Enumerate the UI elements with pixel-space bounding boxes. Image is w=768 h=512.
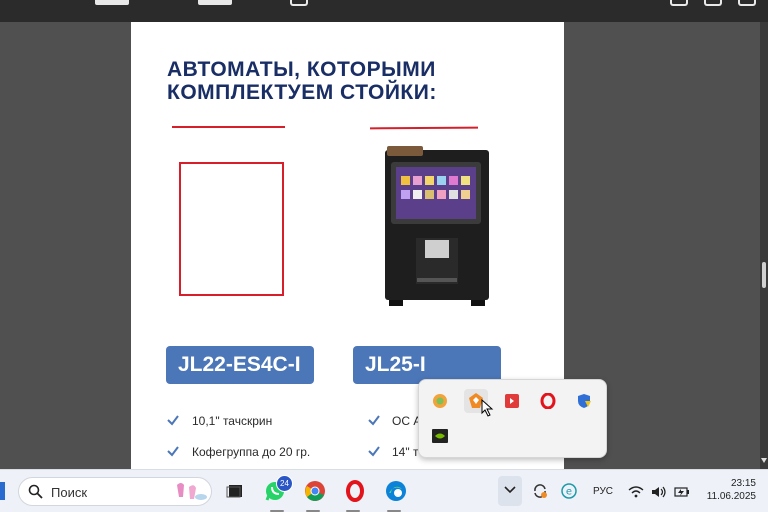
start-button[interactable]: [0, 482, 5, 500]
checkmark-icon: [167, 446, 179, 457]
toolbar-icon[interactable]: [290, 0, 308, 6]
red-divider-left: [172, 126, 285, 128]
edge-icon[interactable]: [383, 478, 409, 504]
nvidia-icon[interactable]: [428, 424, 452, 448]
opera-taskbar-icon[interactable]: [342, 478, 368, 504]
vertical-scrollbar[interactable]: [760, 22, 768, 469]
chevron-down-icon: [504, 486, 516, 494]
clock-date: 11.06.2025: [706, 491, 756, 502]
e-app-icon[interactable]: e: [556, 478, 582, 504]
checkmark-icon: [368, 415, 380, 426]
viewer-toolbar: [0, 0, 768, 22]
coffee-machine-image: [385, 146, 489, 306]
taskbar: Поиск e: [0, 469, 768, 512]
wifi-icon[interactable]: [628, 485, 644, 503]
input-language[interactable]: РУС: [593, 486, 613, 497]
heading-line-2: КОМПЛЕКТУЕМ СТОЙКИ:: [167, 81, 437, 104]
battery-icon[interactable]: [674, 485, 690, 503]
model-name-jl22: JL22-ES4C-I: [178, 353, 301, 376]
toolbar-icon-right-2[interactable]: [704, 0, 722, 6]
whatsapp-notification-badge: 24: [276, 475, 293, 492]
sync-icon[interactable]: [527, 478, 553, 504]
search-highlight-icon: [177, 483, 207, 500]
model-button-jl22[interactable]: JL22-ES4C-I: [166, 346, 314, 384]
tray-overflow-popup: [418, 379, 607, 458]
feature-jl25-2: 14" т: [392, 445, 419, 459]
task-view-icon[interactable]: [222, 478, 248, 504]
chrome-canary-icon[interactable]: [428, 389, 452, 413]
toolbar-icon-right-1[interactable]: [670, 0, 688, 6]
red-divider-right: [369, 126, 479, 130]
search-icon: [28, 484, 43, 499]
page-heading: АВТОМАТЫ, КОТОРЫМИ КОМПЛЕКТУЕМ СТОЙКИ:: [167, 58, 487, 104]
search-placeholder: Поиск: [51, 485, 88, 500]
scroll-thumb[interactable]: [762, 262, 766, 288]
taskbar-search[interactable]: Поиск: [18, 477, 212, 506]
volume-icon[interactable]: [651, 485, 667, 503]
scroll-down-arrow[interactable]: [761, 458, 767, 463]
clock-time: 23:15: [730, 478, 756, 489]
model-name-jl25: JL25-I: [365, 353, 426, 376]
anydesk-icon[interactable]: [500, 389, 524, 413]
mouse-cursor-icon: [481, 399, 494, 417]
windows-security-icon[interactable]: [572, 389, 596, 413]
feature-jl25-1: ОС А: [392, 414, 422, 428]
svg-text:e: e: [566, 487, 572, 498]
tray-overflow-button[interactable]: [498, 476, 522, 506]
chrome-icon[interactable]: [302, 478, 328, 504]
heading-line-1: АВТОМАТЫ, КОТОРЫМИ: [167, 58, 436, 81]
toolbar-icon-right-3[interactable]: [738, 0, 756, 6]
document-viewer[interactable]: АВТОМАТЫ, КОТОРЫМИ КОМПЛЕКТУЕМ СТОЙКИ: J…: [0, 22, 768, 469]
feature-jl22-1: 10,1" тачскрин: [192, 414, 273, 428]
image-placeholder-frame: [179, 162, 284, 296]
toolbar-tab[interactable]: [95, 0, 129, 5]
checkmark-icon: [368, 446, 380, 457]
checkmark-icon: [167, 415, 179, 426]
clock[interactable]: 23:15 11.06.2025: [700, 477, 756, 503]
opera-icon[interactable]: [536, 389, 560, 413]
toolbar-page-field[interactable]: [198, 0, 232, 5]
feature-jl22-2: Кофегруппа до 20 гр.: [192, 445, 311, 459]
